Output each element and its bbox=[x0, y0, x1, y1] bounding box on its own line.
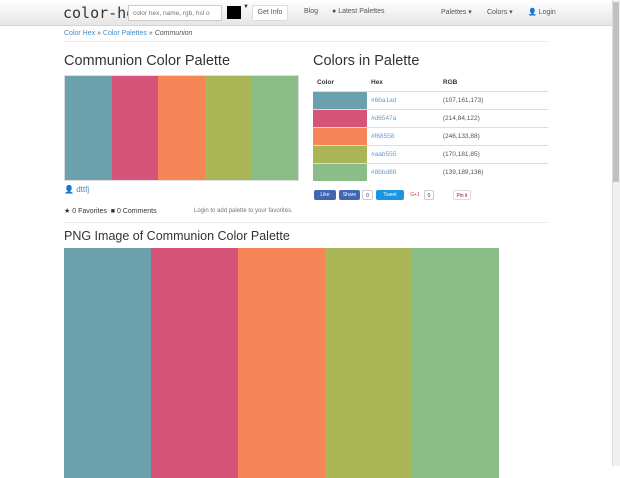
png-title: PNG Image of Communion Color Palette bbox=[64, 229, 290, 243]
stats: ★ 0 Favorites ■ 0 Comments bbox=[64, 208, 157, 215]
table-row: #aab555 (170,181,85) bbox=[313, 144, 548, 163]
get-info-button[interactable]: Get Info bbox=[252, 5, 288, 21]
hex-link[interactable]: #8bbd88 bbox=[371, 169, 396, 176]
breadcrumb: Color Hex » Color Palettes » Communion bbox=[64, 30, 193, 37]
nav-colors-dropdown[interactable]: Colors ▾ bbox=[487, 8, 513, 16]
rgb-value: (107,161,173) bbox=[438, 90, 548, 109]
palette-color bbox=[412, 248, 499, 478]
caret-down-icon[interactable]: ▼ bbox=[243, 4, 249, 10]
palette-preview bbox=[64, 75, 299, 181]
hex-link[interactable]: #d6547a bbox=[371, 115, 396, 122]
user-icon: 👤 bbox=[64, 185, 74, 194]
col-header: Hex bbox=[367, 74, 439, 92]
col-header: RGB bbox=[438, 74, 548, 92]
palette-png-image bbox=[64, 248, 499, 478]
breadcrumb-current: Communion bbox=[154, 30, 193, 37]
palette-color bbox=[325, 248, 412, 478]
scrollbar[interactable] bbox=[612, 0, 620, 466]
palette-color bbox=[151, 248, 238, 478]
search-input[interactable] bbox=[128, 5, 222, 21]
pinit-button[interactable]: Pin it bbox=[453, 190, 471, 200]
login-note[interactable]: Login to add palette to your favorites. bbox=[194, 208, 293, 214]
colors-table: Color Hex RGB #6ba1ad (107,161,173) #d6547a… bbox=[313, 74, 548, 181]
user-icon: 👤 bbox=[528, 9, 537, 16]
scrollbar-thumb[interactable] bbox=[613, 2, 619, 182]
color-picker[interactable] bbox=[227, 6, 241, 19]
hex-link[interactable]: #f68558 bbox=[371, 133, 395, 140]
palette-color bbox=[204, 76, 252, 180]
author-link[interactable]: 👤 dttfj bbox=[64, 185, 89, 194]
rgb-value: (246,133,88) bbox=[438, 126, 548, 145]
tweet-button[interactable]: Tweet bbox=[376, 190, 404, 200]
color-swatch bbox=[313, 108, 367, 127]
nav-login[interactable]: 👤 Login bbox=[528, 8, 556, 16]
divider bbox=[64, 222, 548, 223]
share-count: 0 bbox=[362, 190, 373, 200]
rgb-value: (139,189,136) bbox=[438, 162, 548, 181]
color-swatch bbox=[313, 144, 367, 163]
page-title: Communion Color Palette bbox=[64, 53, 231, 69]
facebook-share-button[interactable]: Share bbox=[339, 190, 360, 200]
color-swatch bbox=[313, 162, 367, 181]
palette-color bbox=[111, 76, 159, 180]
breadcrumb-palettes[interactable]: Color Palettes bbox=[103, 30, 147, 37]
rgb-value: (214,84,122) bbox=[438, 108, 548, 127]
nav-latest-palettes[interactable]: ● Latest Palettes bbox=[332, 8, 385, 15]
color-swatch bbox=[313, 90, 367, 109]
gplus-button[interactable]: G+1 bbox=[408, 190, 422, 200]
nav-blog[interactable]: Blog bbox=[304, 8, 318, 15]
breadcrumb-home[interactable]: Color Hex bbox=[64, 30, 95, 37]
palette-color bbox=[238, 248, 325, 478]
palette-color bbox=[158, 76, 205, 180]
col-header: Color bbox=[313, 74, 367, 92]
gplus-count: 0 bbox=[424, 190, 434, 200]
palette-color bbox=[64, 248, 151, 478]
table-row: #f68558 (246,133,88) bbox=[313, 126, 548, 145]
divider bbox=[64, 41, 548, 42]
palette-color bbox=[251, 76, 298, 180]
nav-palettes-dropdown[interactable]: Palettes ▾ bbox=[441, 8, 472, 16]
colors-title: Colors in Palette bbox=[313, 53, 420, 69]
color-swatch bbox=[313, 126, 367, 145]
hex-link[interactable]: #6ba1ad bbox=[371, 97, 396, 104]
navbar: color-hex ▼ Get Info Blog ● Latest Palet… bbox=[0, 0, 612, 26]
table-row: #d6547a (214,84,122) bbox=[313, 108, 548, 127]
table-row: #6ba1ad (107,161,173) bbox=[313, 90, 548, 109]
star-icon: ★ bbox=[64, 208, 71, 215]
rgb-value: (170,181,85) bbox=[438, 144, 548, 163]
palette-color bbox=[65, 76, 112, 180]
comment-icon: ■ bbox=[110, 208, 115, 215]
table-row: #8bbd88 (139,189,136) bbox=[313, 162, 548, 181]
hex-link[interactable]: #aab555 bbox=[371, 151, 396, 158]
facebook-like-button[interactable]: Like bbox=[314, 190, 336, 200]
